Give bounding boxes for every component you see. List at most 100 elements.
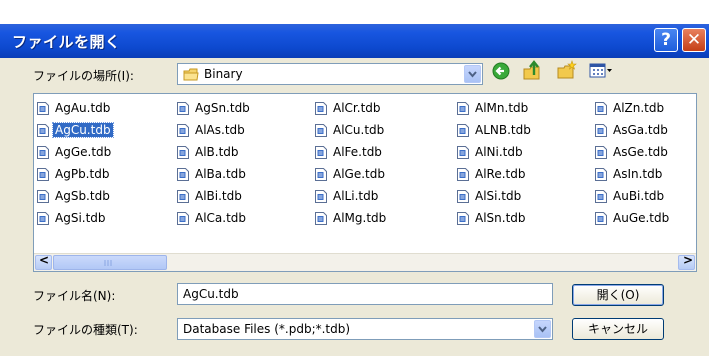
file-icon xyxy=(177,145,189,159)
look-in-combo[interactable]: Binary xyxy=(177,63,483,85)
file-list-item[interactable]: AgSb.tdb xyxy=(34,185,113,207)
look-in-value: Binary xyxy=(204,67,243,81)
file-icon xyxy=(315,167,327,181)
file-icon xyxy=(457,189,469,203)
file-name: AlB.tdb xyxy=(195,145,239,159)
file-list-item[interactable]: ALNB.tdb xyxy=(454,119,533,141)
file-list-item[interactable]: AgGe.tdb xyxy=(34,141,113,163)
file-icon xyxy=(37,123,49,137)
file-name: AlLi.tdb xyxy=(333,189,379,203)
file-list-item[interactable]: AlB.tdb xyxy=(174,141,252,163)
file-list-item[interactable]: AlNi.tdb xyxy=(454,141,533,163)
file-icon xyxy=(457,167,469,181)
scroll-thumb[interactable] xyxy=(53,255,167,270)
file-list-item[interactable]: AsGe.tdb xyxy=(592,141,671,163)
file-column: AgSn.tdb AlAs.tdb AlB.tdb AlBa.tdb AlBi.tdb A… xyxy=(174,97,252,229)
file-name: AlMg.tdb xyxy=(333,211,387,225)
file-list-item[interactable]: AgSn.tdb xyxy=(174,97,252,119)
file-icon xyxy=(595,123,607,137)
file-list-item[interactable]: AlAs.tdb xyxy=(174,119,252,141)
file-list-item[interactable]: AgSi.tdb xyxy=(34,207,113,229)
file-list-item[interactable]: AlFe.tdb xyxy=(312,141,388,163)
file-list-item[interactable]: AlLi.tdb xyxy=(312,185,388,207)
file-name: AlNi.tdb xyxy=(475,145,523,159)
dialog-body: ファイルの場所(I): Binary AgAu.tdb AgCu.tdb AgGe.… xyxy=(0,58,709,356)
file-name: AuGe.tdb xyxy=(613,211,670,225)
file-icon xyxy=(595,145,607,159)
file-list-item[interactable]: AlCu.tdb xyxy=(312,119,388,141)
filename-label: ファイル名(N): xyxy=(33,289,116,303)
scroll-left-arrow: < xyxy=(39,253,50,267)
cancel-button[interactable]: キャンセル xyxy=(572,318,664,340)
close-button[interactable]: ✕ xyxy=(682,28,706,52)
file-name: AlSn.tdb xyxy=(475,211,526,225)
open-file-dialog: ファイルを開く ? ✕ ファイルの場所(I): Binary AgAu.tdb … xyxy=(0,0,709,356)
file-icon xyxy=(37,101,49,115)
file-icon xyxy=(177,189,189,203)
filename-value: AgCu.tdb xyxy=(183,287,239,301)
file-name: AlCr.tdb xyxy=(333,101,381,115)
file-column: AlCr.tdb AlCu.tdb AlFe.tdb AlGe.tdb AlLi.tdb… xyxy=(312,97,388,229)
horizontal-scrollbar[interactable]: < > xyxy=(34,253,696,271)
up-folder-icon[interactable] xyxy=(521,60,543,82)
file-icon xyxy=(595,189,607,203)
file-icon xyxy=(595,211,607,225)
open-button[interactable]: 開く(O) xyxy=(572,284,664,306)
file-list-item[interactable]: AgPb.tdb xyxy=(34,163,113,185)
file-icon xyxy=(315,123,327,137)
file-list-item[interactable]: AlMn.tdb xyxy=(454,97,533,119)
file-list-item[interactable]: AlZn.tdb xyxy=(592,97,671,119)
file-list-item[interactable]: AgAu.tdb xyxy=(34,97,113,119)
chevron-down-icon[interactable] xyxy=(464,65,481,83)
file-name: AlGe.tdb xyxy=(333,167,385,181)
file-name: AlSi.tdb xyxy=(475,189,522,203)
file-icon xyxy=(315,189,327,203)
file-icon xyxy=(315,101,327,115)
file-list-item[interactable]: AlCr.tdb xyxy=(312,97,388,119)
filetype-value: Database Files (*.pdb;*.tdb) xyxy=(183,322,351,336)
scroll-right-arrow: > xyxy=(683,253,694,267)
file-list-item[interactable]: AuGe.tdb xyxy=(592,207,671,229)
filename-input[interactable]: AgCu.tdb xyxy=(177,283,553,305)
file-list-item[interactable]: AlSn.tdb xyxy=(454,207,533,229)
file-list-item[interactable]: AgCu.tdb xyxy=(34,119,114,141)
file-icon xyxy=(457,101,469,115)
file-name: AsGe.tdb xyxy=(613,145,668,159)
help-button[interactable]: ? xyxy=(654,28,678,52)
filetype-select[interactable]: Database Files (*.pdb;*.tdb) xyxy=(177,318,553,340)
title-bar[interactable]: ファイルを開く ? ✕ xyxy=(0,24,709,58)
file-icon xyxy=(177,101,189,115)
dialog-title: ファイルを開く xyxy=(12,33,121,51)
file-name: AgCu.tdb xyxy=(52,122,114,138)
file-list-item[interactable]: AlBi.tdb xyxy=(174,185,252,207)
file-list[interactable]: AgAu.tdb AgCu.tdb AgGe.tdb AgPb.tdb AgSb.tdb… xyxy=(33,93,697,272)
look-in-label: ファイルの場所(I): xyxy=(33,69,134,83)
file-list-item[interactable]: AlRe.tdb xyxy=(454,163,533,185)
file-name: AgGe.tdb xyxy=(55,145,112,159)
file-name: AlRe.tdb xyxy=(475,167,526,181)
file-list-item[interactable]: AlGe.tdb xyxy=(312,163,388,185)
scroll-left-button[interactable]: < xyxy=(35,253,52,270)
file-name: AgPb.tdb xyxy=(55,167,110,181)
view-menu-icon[interactable] xyxy=(588,60,614,82)
file-name: AgSi.tdb xyxy=(55,211,106,225)
file-list-item[interactable]: AuBi.tdb xyxy=(592,185,671,207)
file-name: AgSb.tdb xyxy=(55,189,110,203)
file-icon xyxy=(37,211,49,225)
file-list-item[interactable]: AlMg.tdb xyxy=(312,207,388,229)
file-icon xyxy=(37,167,49,181)
file-icon xyxy=(37,145,49,159)
file-name: AuBi.tdb xyxy=(613,189,665,203)
file-list-item[interactable]: AlBa.tdb xyxy=(174,163,252,185)
scroll-right-button[interactable]: > xyxy=(678,253,695,270)
file-list-item[interactable]: AsGa.tdb xyxy=(592,119,671,141)
file-list-item[interactable]: AlSi.tdb xyxy=(454,185,533,207)
file-name: AlAs.tdb xyxy=(195,123,245,137)
file-name: ALNB.tdb xyxy=(475,123,531,137)
file-list-item[interactable]: AlCa.tdb xyxy=(174,207,252,229)
back-icon[interactable] xyxy=(490,60,512,82)
new-folder-icon[interactable] xyxy=(556,60,578,82)
file-list-item[interactable]: AsIn.tdb xyxy=(592,163,671,185)
file-icon xyxy=(177,211,189,225)
chevron-down-icon[interactable] xyxy=(534,320,551,338)
